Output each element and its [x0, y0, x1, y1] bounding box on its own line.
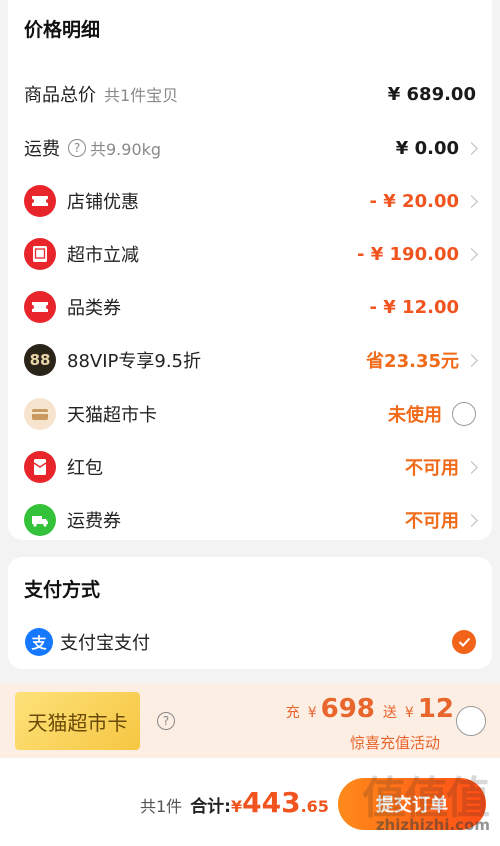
store-discount-row[interactable]: 店铺优惠 - ¥ 20.00: [8, 181, 492, 221]
tmall-card-value: 未使用: [388, 401, 476, 427]
red-packet-icon: [24, 451, 56, 483]
payment-method-title: 支付方式: [24, 579, 101, 601]
vip-discount-label: 88VIP专享9.5折: [67, 351, 202, 372]
shipping-coupon-value: 不可用: [405, 507, 478, 533]
category-coupon-label: 品类券: [67, 298, 121, 319]
price-detail-card: 价格明细 商品总价 共1件宝贝 ¥ 689.00 运费 ? 共9.90kg ¥ 0…: [8, 0, 492, 540]
card-icon: [24, 398, 56, 430]
shipping-coupon-label: 运费券: [67, 511, 121, 532]
tmall-card-row[interactable]: 天猫超市卡 未使用: [8, 394, 492, 434]
tmall-card-promo[interactable]: 天猫超市卡 ? 充 ¥ 698 送 ¥ 12 惊喜充值活动: [0, 684, 500, 758]
shipping-row[interactable]: 运费 ? 共9.90kg ¥ 0.00: [8, 128, 492, 168]
discount-icon: [24, 238, 56, 270]
checkout-bar: 共1件 合计: ¥ 443 .65 提交订单 值值值 zhizhizhi.com: [0, 758, 500, 846]
tmall-card-image: 天猫超市卡: [15, 692, 140, 750]
shipping-value: ¥ 0.00: [396, 138, 478, 159]
order-total: 共1件 合计: ¥ 443 .65: [140, 786, 329, 819]
coupon-icon: [24, 291, 56, 323]
shipping-coupon-row[interactable]: 运费券 不可用: [8, 500, 492, 540]
goods-total-label: 商品总价 共1件宝贝: [24, 85, 179, 106]
tmall-card-label: 天猫超市卡: [67, 405, 157, 426]
total-amount: 443: [242, 786, 301, 819]
goods-total-row: 商品总价 共1件宝贝 ¥ 689.00: [8, 74, 492, 114]
chevron-right-icon: [465, 194, 478, 208]
item-count: 共1件: [140, 797, 183, 816]
goods-total-value: ¥ 689.00: [387, 83, 476, 105]
chevron-right-icon: [465, 141, 478, 155]
tmall-card-radio[interactable]: [452, 402, 476, 426]
watermark: zhizhizhi.com: [375, 816, 490, 834]
ticket-icon: [24, 185, 56, 217]
promo-hint: 惊喜充值活动: [349, 734, 440, 752]
total-label: 合计:: [190, 797, 231, 817]
store-discount-value: - ¥ 20.00: [370, 191, 478, 212]
shipping-label: 运费 ? 共9.90kg: [24, 139, 162, 160]
vip88-icon: 88: [24, 344, 56, 376]
supermarket-discount-row[interactable]: 超市立减 - ¥ 190.00: [8, 234, 492, 274]
store-discount-label: 店铺优惠: [67, 192, 139, 213]
supermarket-discount-label: 超市立减: [67, 245, 139, 266]
alipay-label: 支付宝支付: [60, 633, 150, 654]
chevron-right-icon: [465, 513, 478, 527]
checkmark-icon[interactable]: [452, 630, 476, 654]
chevron-right-icon: [465, 353, 478, 367]
chevron-right-icon: [465, 247, 478, 261]
red-packet-row[interactable]: 红包 不可用: [8, 447, 492, 487]
vip-discount-value: 省23.35元: [366, 347, 478, 373]
red-packet-value: 不可用: [405, 454, 478, 480]
red-packet-label: 红包: [67, 458, 103, 479]
payment-method-card: 支付方式 支 支付宝支付: [8, 557, 492, 669]
alipay-option[interactable]: 支 支付宝支付: [8, 622, 492, 662]
price-detail-title: 价格明细: [24, 19, 101, 41]
vip-discount-row[interactable]: 88 88VIP专享9.5折 省23.35元: [8, 340, 492, 380]
promo-offer: 充 ¥ 698 送 ¥ 12: [285, 694, 454, 724]
truck-icon: [24, 504, 56, 536]
question-icon[interactable]: ?: [68, 139, 86, 157]
chevron-right-icon: [465, 460, 478, 474]
category-coupon-value: - ¥ 12.00: [369, 296, 459, 318]
question-icon[interactable]: ?: [157, 712, 175, 730]
supermarket-discount-value: - ¥ 190.00: [357, 244, 478, 265]
alipay-icon: 支: [25, 628, 53, 656]
category-coupon-row[interactable]: 品类券 - ¥ 12.00: [8, 287, 492, 327]
promo-radio[interactable]: [456, 706, 486, 736]
